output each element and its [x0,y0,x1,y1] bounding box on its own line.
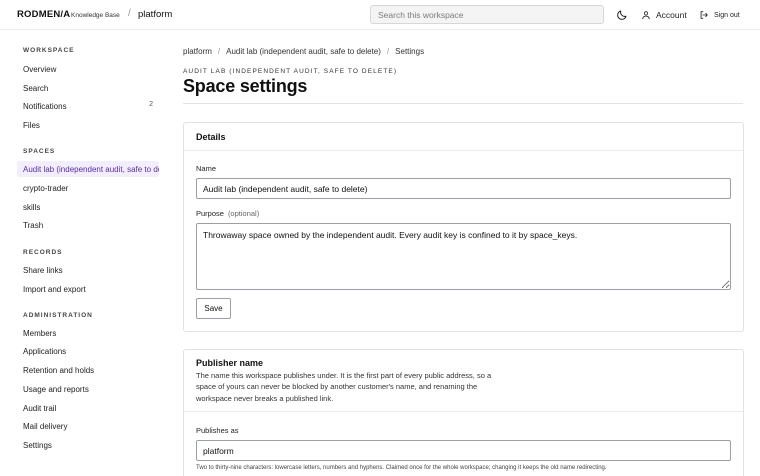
brand-logo[interactable]: RODMEN/A [17,9,70,20]
workspace-name[interactable]: platform [138,9,172,20]
sidebar-item-applications[interactable]: Applications [17,343,159,359]
sidebar-item-audit-lab[interactable]: Audit lab (independent audit, safe to de… [17,161,159,177]
sign-out-label: Sign out [714,11,740,19]
name-label: Name [196,164,217,173]
save-button[interactable]: Save [196,298,231,319]
sidebar-item-label: Applications [23,346,67,356]
details-heading: Details [196,132,226,142]
page-title: Space settings [183,76,308,96]
publisher-description: The name this workspace publishes under.… [196,371,492,403]
sidebar-item-label: Audit lab (independent audit, safe to de… [23,164,159,174]
sidebar-item-import-export[interactable]: Import and export [17,281,159,297]
sidebar-item-label: Share links [23,265,63,275]
sign-out-icon [700,11,708,19]
sidebar-item-search[interactable]: Search [17,80,159,96]
sidebar-item-label: skills [23,202,41,212]
sidebar-item-label: crypto-trader [23,183,69,193]
sign-out-button[interactable]: Sign out [699,9,740,21]
publisher-divider [184,411,743,412]
theme-toggle-moon-icon[interactable] [616,9,628,21]
breadcrumb-settings: Settings [395,47,425,56]
breadcrumb-separator: / [386,47,390,56]
sidebar-item-notifications[interactable]: Notifications 2 [17,98,159,114]
sidebar-item-label: Members [23,328,57,338]
name-field[interactable] [196,178,731,199]
sidebar-item-label: Files [23,120,40,130]
breadcrumb-platform[interactable]: platform [183,47,212,56]
brand-subtitle: Knowledge Base [71,11,120,19]
sidebar-item-label: Settings [23,440,52,450]
sidebar: WORKSPACE Overview Search Notifications 2… [0,31,165,476]
sidebar-item-label: Notifications [23,101,67,111]
publisher-heading: Publisher name [196,358,264,368]
account-label: Account [656,10,687,20]
sidebar-item-audit-trail[interactable]: Audit trail [17,400,159,416]
sidebar-item-share-links[interactable]: Share links [17,262,159,278]
breadcrumb-audit-lab[interactable]: Audit lab (independent audit, safe to de… [226,47,381,56]
top-bar: RODMEN/A Knowledge Base / platform Accou… [0,0,760,30]
sidebar-item-retention[interactable]: Retention and holds [17,362,159,378]
sidebar-item-label: Retention and holds [23,365,95,375]
section-heading-workspace: WORKSPACE [23,47,75,54]
section-heading-administration: ADMINISTRATION [23,312,93,319]
sidebar-item-overview[interactable]: Overview [17,61,159,77]
sidebar-item-crypto-trader[interactable]: crypto-trader [17,180,159,196]
sidebar-item-files[interactable]: Files [17,117,159,133]
sidebar-item-label: Usage and reports [23,384,89,394]
search-input[interactable] [370,5,604,24]
account-button[interactable]: Account [641,9,687,21]
purpose-field[interactable]: Throwaway space owned by the independent… [196,223,731,290]
sidebar-item-label: Search [23,83,49,93]
user-icon [642,11,650,20]
publishes-as-hint: Two to thirty-nine characters: lowercase… [196,465,607,471]
sidebar-item-skills[interactable]: skills [17,199,159,215]
purpose-optional: (optional) [227,209,260,218]
publishes-as-field[interactable] [196,440,731,461]
details-card-header: Details [184,123,743,151]
breadcrumb: platform / Audit lab (independent audit,… [183,47,424,56]
publishes-as-label: Publishes as [196,426,239,435]
sidebar-item-trash[interactable]: Trash [17,217,159,233]
sidebar-item-label: Trash [23,220,44,230]
sidebar-item-settings[interactable]: Settings [17,437,159,453]
sidebar-item-mail-delivery[interactable]: Mail delivery [17,418,159,434]
title-divider [183,103,743,104]
publisher-card: Publisher name The name this workspace p… [183,349,744,476]
sidebar-item-label: Mail delivery [23,421,68,431]
section-heading-spaces: SPACES [23,148,56,155]
sidebar-item-label: Overview [23,64,57,74]
notification-count: 2 [149,101,153,108]
sidebar-item-members[interactable]: Members [17,325,159,341]
space-eyebrow: AUDIT LAB (INDEPENDENT AUDIT, SAFE TO DE… [183,68,398,75]
header-separator: / [128,8,131,19]
sidebar-item-label: Import and export [23,284,86,294]
sidebar-item-usage-reports[interactable]: Usage and reports [17,381,159,397]
breadcrumb-separator: / [217,47,221,56]
sidebar-item-label: Audit trail [23,403,57,413]
details-card: Details Name Purpose(optional) Throwaway… [183,122,744,332]
section-heading-records: RECORDS [23,249,63,256]
purpose-label: Purpose (optional) [196,209,260,218]
